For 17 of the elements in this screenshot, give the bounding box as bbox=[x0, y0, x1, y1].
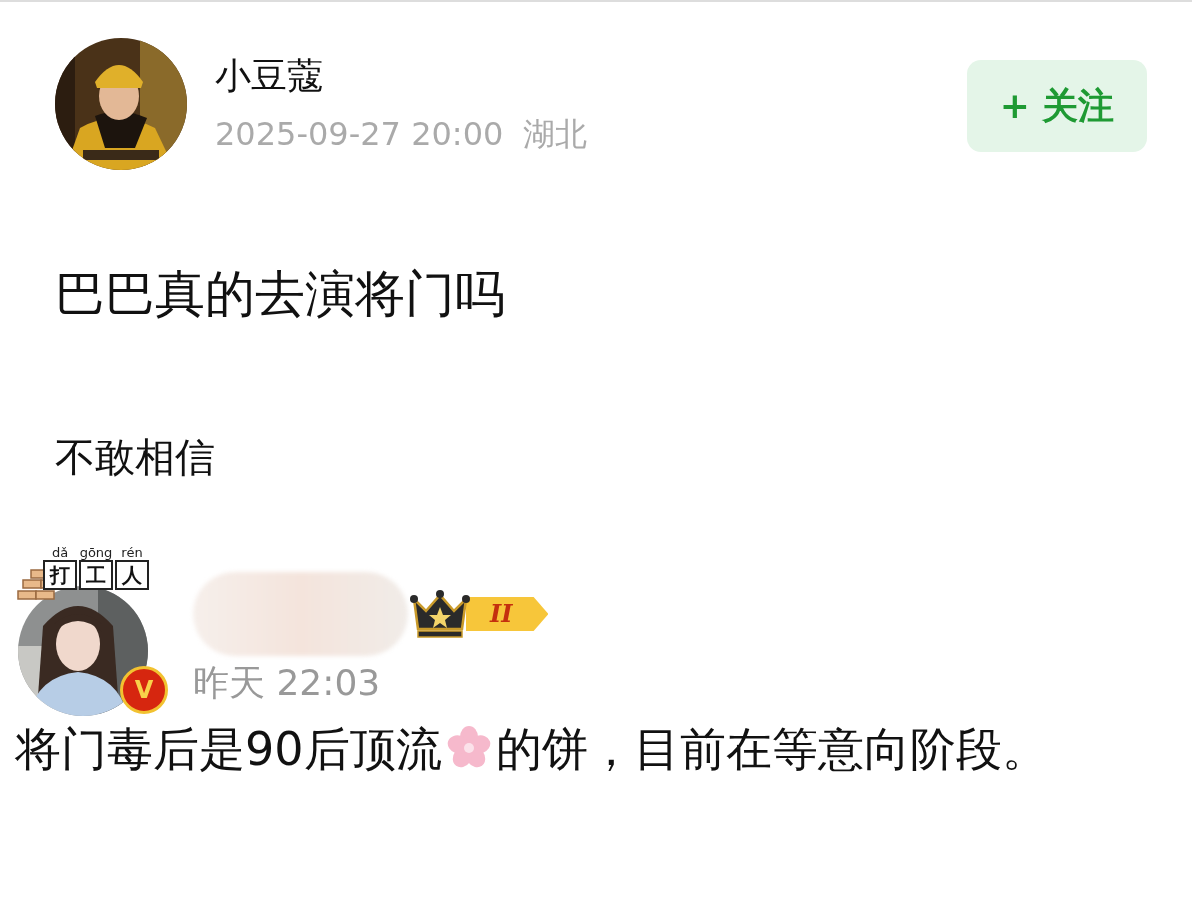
frame-character: 人 bbox=[115, 560, 149, 590]
comment-text: 的饼，目前在等意向阶段。 bbox=[495, 722, 1048, 776]
post-time: 2025-09-27 20:00 bbox=[215, 114, 504, 154]
level-badge: II bbox=[466, 597, 549, 631]
comment-time: 昨天 22:03 bbox=[193, 661, 382, 705]
post-title: 巴巴真的去演将门吗 bbox=[55, 264, 506, 325]
post-location: 湖北 bbox=[523, 114, 588, 154]
username[interactable]: 小豆蔻 bbox=[215, 52, 967, 100]
pinyin-label: rén bbox=[121, 546, 143, 560]
frame-character: 工 bbox=[79, 560, 113, 590]
pinyin-label: gōng bbox=[79, 546, 113, 560]
crown-icon bbox=[410, 589, 470, 639]
frame-character: 打 bbox=[43, 560, 77, 590]
comment-text: 将门毒后是90后顶流 bbox=[15, 722, 442, 776]
pinyin-label: dǎ bbox=[51, 546, 69, 560]
verified-badge: V bbox=[120, 666, 168, 714]
post-body: 不敢相信 bbox=[55, 433, 216, 482]
